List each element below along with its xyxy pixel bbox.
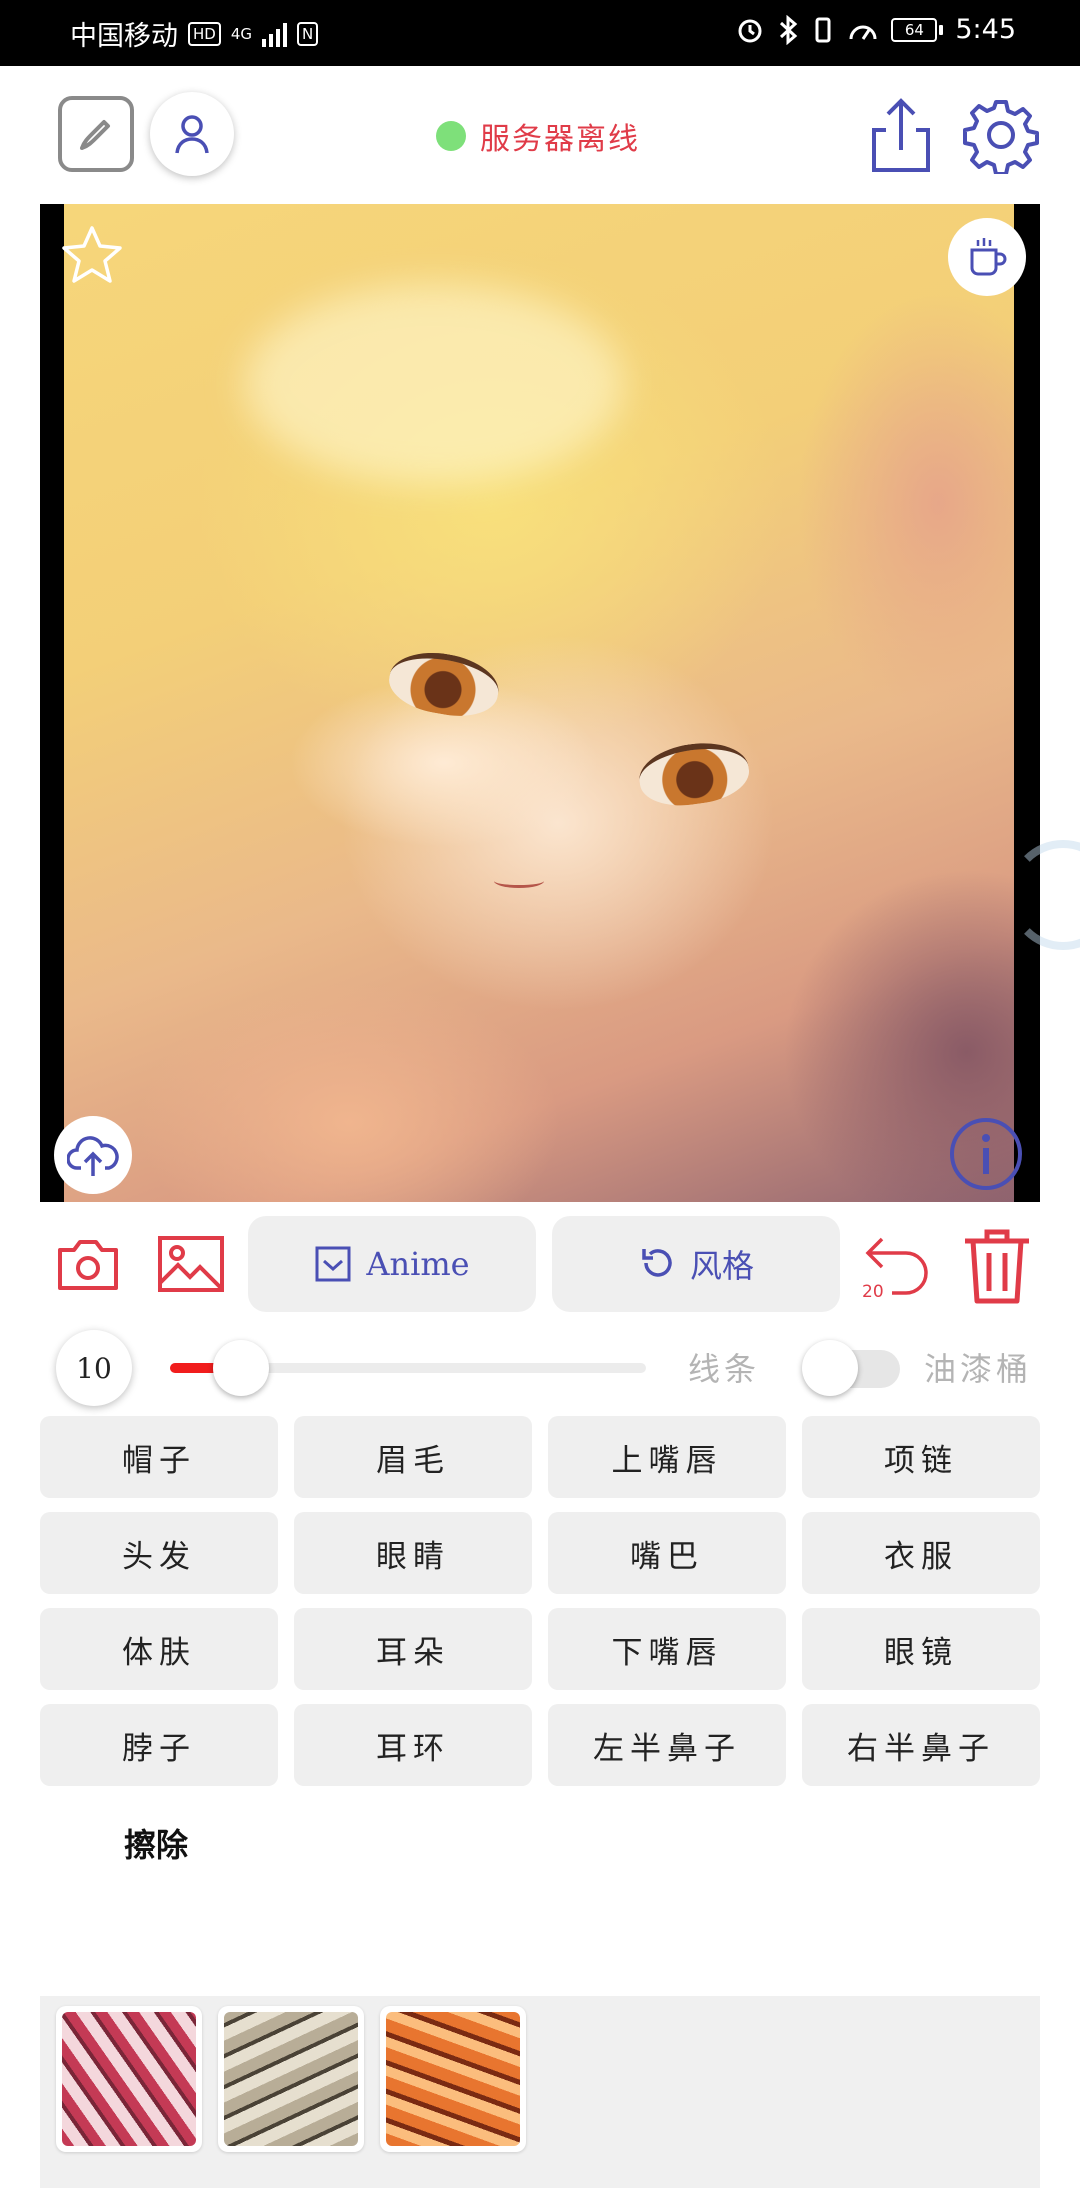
part-button-earrings[interactable]: 耳环: [294, 1704, 532, 1786]
hd-badge: HD: [188, 21, 221, 46]
texture-swatch-red[interactable]: [56, 2006, 202, 2152]
beige-texture-image: [224, 2012, 358, 2146]
gallery-button[interactable]: [156, 1230, 226, 1298]
share-icon: [872, 98, 930, 172]
orange-texture-image: [386, 2012, 520, 2146]
camera-button[interactable]: [54, 1230, 122, 1298]
part-button-ears[interactable]: 耳朵: [294, 1608, 532, 1690]
info-icon: [950, 1118, 1022, 1190]
part-button-skin[interactable]: 体肤: [40, 1608, 278, 1690]
part-button-glasses[interactable]: 眼镜: [802, 1608, 1040, 1690]
status-left: 中国移动 HD 4G N: [70, 14, 319, 53]
erase-button[interactable]: 擦除: [124, 1820, 188, 1866]
vibrate-icon: [815, 17, 831, 42]
tool-bar: Anime 风格 20: [0, 1212, 1080, 1316]
part-button-eyebrows[interactable]: 眉毛: [294, 1416, 532, 1498]
status-right: 64 5:45: [735, 14, 1016, 45]
pencil-icon: [80, 120, 110, 150]
left-eye-art: [384, 644, 504, 724]
texture-swatch-orange[interactable]: [380, 2006, 526, 2152]
right-eye-art: [635, 736, 753, 812]
face-parts-grid: 帽子 眉毛 上嘴唇 项链 头发 眼睛 嘴巴 衣服 体肤 耳朵 下嘴唇 眼镜 脖子…: [40, 1416, 1040, 1786]
profile-button[interactable]: [150, 92, 234, 176]
upload-button[interactable]: [54, 1116, 132, 1194]
edit-button[interactable]: [58, 96, 134, 172]
part-button-eyes[interactable]: 眼睛: [294, 1512, 532, 1594]
star-icon: [62, 226, 122, 283]
coffee-cup-icon: [970, 238, 1007, 276]
part-button-neck[interactable]: 脖子: [40, 1704, 278, 1786]
server-status: 服务器离线: [436, 114, 640, 158]
speed-icon: [849, 25, 877, 40]
undo-count: 20: [862, 1282, 884, 1302]
style-label: 风格: [689, 1247, 754, 1285]
bluetooth-icon: [780, 14, 798, 45]
part-button-upper-lip[interactable]: 上嘴唇: [548, 1416, 786, 1498]
part-button-lower-lip[interactable]: 下嘴唇: [548, 1608, 786, 1690]
refresh-icon: [642, 1249, 672, 1277]
texture-tray: [40, 1996, 1040, 2188]
battery-level: 64: [891, 17, 938, 42]
texture-swatch-beige[interactable]: [218, 2006, 364, 2152]
nfc-badge: N: [297, 21, 319, 46]
alarm-icon: [738, 19, 762, 42]
donate-button[interactable]: [948, 218, 1026, 296]
camera-icon: [58, 1240, 118, 1290]
status-bar: 中国移动 HD 4G N 64 5:45: [0, 0, 1080, 66]
settings-button[interactable]: [962, 96, 1040, 174]
part-button-right-nose[interactable]: 右半鼻子: [802, 1704, 1040, 1786]
favorite-button[interactable]: [58, 222, 126, 290]
brush-controls: 10 线条 油漆桶: [0, 1330, 1080, 1406]
user-icon: [175, 115, 209, 154]
style-button[interactable]: 风格: [552, 1216, 840, 1312]
status-dot: [436, 121, 466, 151]
server-status-label: 服务器离线: [480, 122, 640, 157]
part-button-necklace[interactable]: 项链: [802, 1416, 1040, 1498]
part-button-left-nose[interactable]: 左半鼻子: [548, 1704, 786, 1786]
part-button-mouth[interactable]: 嘴巴: [548, 1512, 786, 1594]
image-icon: [158, 1236, 224, 1292]
line-mode-label: 线条: [688, 1350, 761, 1388]
paint-bucket-label: 油漆桶: [924, 1350, 1033, 1388]
drawing-canvas[interactable]: [40, 204, 1040, 1202]
red-texture-image: [62, 2012, 196, 2146]
info-button[interactable]: [948, 1116, 1024, 1192]
part-button-hat[interactable]: 帽子: [40, 1416, 278, 1498]
brush-size-indicator[interactable]: 10: [56, 1330, 132, 1406]
battery-icon: 64: [891, 17, 944, 42]
checkbox-icon: [315, 1246, 351, 1282]
carrier-label: 中国移动: [70, 21, 178, 52]
slider-fill: [170, 1363, 218, 1373]
delete-button[interactable]: [958, 1226, 1036, 1306]
app-header: 服务器离线: [0, 66, 1080, 204]
slider-thumb[interactable]: [213, 1340, 269, 1396]
anime-label: Anime: [366, 1245, 470, 1283]
toggle-thumb: [802, 1340, 858, 1396]
cloud-upload-icon: [67, 1136, 119, 1176]
share-button[interactable]: [866, 96, 936, 176]
anime-mode-button[interactable]: Anime: [248, 1216, 536, 1312]
part-button-hair[interactable]: 头发: [40, 1512, 278, 1594]
trash-icon: [965, 1229, 1029, 1304]
gear-icon: [963, 100, 1039, 174]
network-label: 4G: [230, 24, 253, 43]
clock: 5:45: [955, 14, 1016, 45]
paint-bucket-toggle[interactable]: [802, 1340, 902, 1396]
part-button-clothes[interactable]: 衣服: [802, 1512, 1040, 1594]
generated-anime-image: [64, 204, 1014, 1202]
signal-icon: [262, 21, 288, 47]
mouth-art: [494, 874, 544, 888]
